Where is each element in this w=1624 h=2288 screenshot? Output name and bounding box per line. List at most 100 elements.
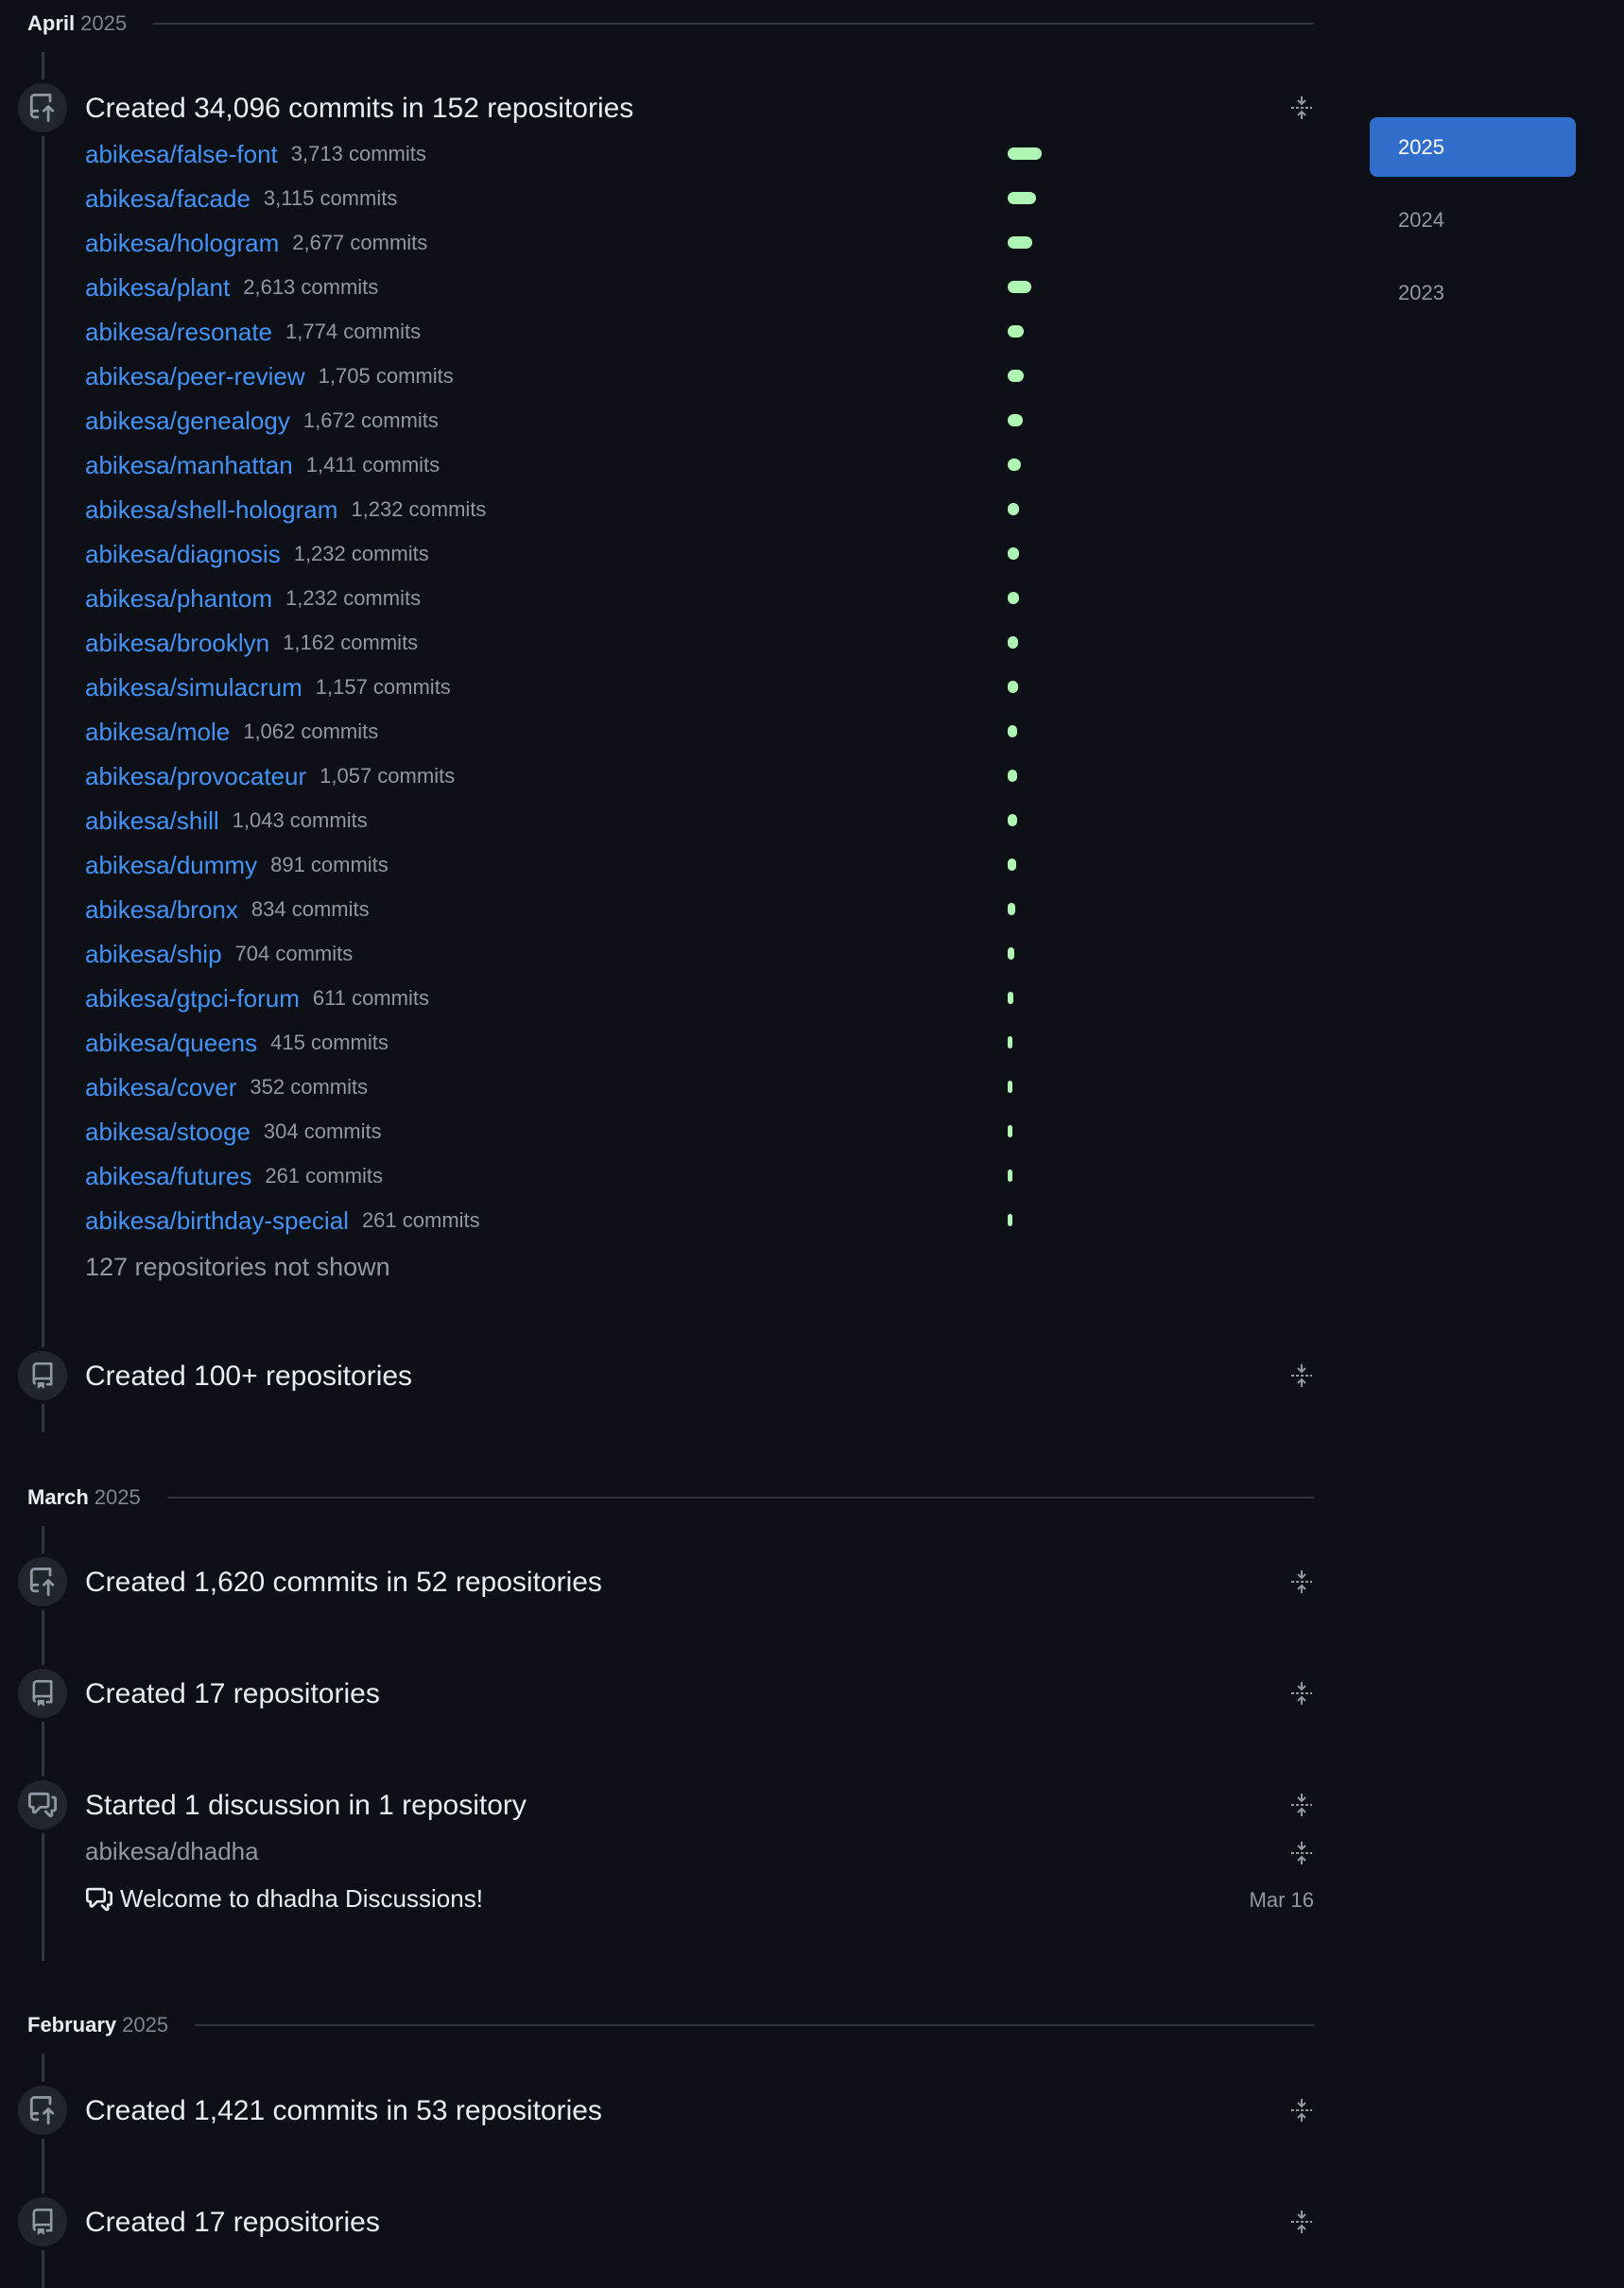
commit-count[interactable]: 1,672 commits bbox=[303, 408, 439, 433]
commit-count[interactable]: 415 commits bbox=[270, 1031, 389, 1055]
commit-count[interactable]: 704 commits bbox=[235, 942, 354, 966]
commit-count[interactable]: 1,232 commits bbox=[294, 542, 429, 566]
commit-count[interactable]: 261 commits bbox=[265, 1164, 383, 1188]
event-title: Created 100+ repositories bbox=[85, 1361, 413, 1392]
commit-count[interactable]: 261 commits bbox=[362, 1208, 480, 1233]
repo-link[interactable]: abikesa/bronx bbox=[85, 895, 238, 925]
repo-commit-row: abikesa/simulacrum 1,157 commits bbox=[85, 668, 1030, 706]
repo-link[interactable]: abikesa/brooklyn bbox=[85, 629, 269, 658]
commit-count[interactable]: 1,705 commits bbox=[319, 364, 454, 389]
commit-count[interactable]: 3,713 commits bbox=[291, 142, 426, 166]
repo-push-icon bbox=[18, 1557, 67, 1606]
commit-count[interactable]: 834 commits bbox=[251, 897, 370, 922]
fold-icon[interactable] bbox=[1289, 2209, 1314, 2235]
fold-icon[interactable] bbox=[1289, 2097, 1314, 2123]
repo-link[interactable]: abikesa/resonate bbox=[85, 318, 272, 347]
year-link-2023[interactable]: 2023 bbox=[1370, 263, 1576, 322]
fold-icon[interactable] bbox=[1289, 1569, 1314, 1595]
month-year: 2025 bbox=[122, 2013, 169, 2037]
commit-count[interactable]: 1,162 commits bbox=[283, 631, 418, 655]
commit-count[interactable]: 1,774 commits bbox=[285, 320, 421, 344]
discussion-title-link[interactable]: Welcome to dhadha Discussions! bbox=[120, 1884, 483, 1914]
repo-link[interactable]: abikesa/stooge bbox=[85, 1118, 251, 1147]
fold-icon[interactable] bbox=[1289, 1840, 1314, 1866]
repo-push-icon bbox=[18, 2086, 67, 2135]
repo-link[interactable]: abikesa/manhattan bbox=[85, 451, 293, 480]
commit-share-bar bbox=[1008, 1081, 1012, 1093]
discussion-date: Mar 16 bbox=[1249, 1888, 1314, 1912]
month-header-march: March 2025 bbox=[27, 1482, 1314, 1513]
divider bbox=[166, 1497, 1314, 1499]
event-commits-april: Created 34,096 commits in 152 repositori… bbox=[0, 83, 1314, 132]
repo-link[interactable]: abikesa/plant bbox=[85, 273, 230, 303]
fold-icon[interactable] bbox=[1289, 1680, 1314, 1707]
repositories-not-shown[interactable]: 127 repositories not shown bbox=[85, 1253, 390, 1282]
repo-link[interactable]: abikesa/simulacrum bbox=[85, 673, 302, 702]
month-year: 2025 bbox=[80, 11, 128, 35]
event-title: Created 34,096 commits in 152 repositori… bbox=[85, 93, 634, 124]
fold-icon[interactable] bbox=[1289, 1362, 1314, 1389]
repo-link[interactable]: abikesa/cover bbox=[85, 1073, 236, 1102]
commit-count[interactable]: 2,613 commits bbox=[243, 275, 378, 300]
comment-discussion-icon bbox=[85, 1886, 113, 1913]
repo-commit-row: abikesa/mole 1,062 commits bbox=[85, 713, 1030, 751]
repo-link[interactable]: abikesa/birthday-special bbox=[85, 1206, 349, 1236]
repo-link[interactable]: abikesa/hologram bbox=[85, 229, 279, 258]
divider bbox=[195, 2024, 1314, 2026]
year-link-2024[interactable]: 2024 bbox=[1370, 190, 1576, 250]
repo-commit-row: abikesa/ship 704 commits bbox=[85, 935, 1030, 973]
repo-commit-row: abikesa/stooge 304 commits bbox=[85, 1113, 1030, 1151]
commit-count[interactable]: 1,062 commits bbox=[243, 719, 378, 744]
repo-icon bbox=[18, 2197, 67, 2246]
commit-count[interactable]: 1,043 commits bbox=[233, 808, 368, 833]
repo-link[interactable]: abikesa/facade bbox=[85, 184, 251, 214]
commit-share-bar bbox=[1008, 192, 1036, 204]
repo-commit-row: abikesa/gtpci-forum 611 commits bbox=[85, 979, 1030, 1017]
repo-link[interactable]: abikesa/ship bbox=[85, 940, 222, 969]
month-name: April bbox=[27, 11, 76, 35]
repo-link[interactable]: abikesa/provocateur bbox=[85, 762, 306, 791]
repo-link[interactable]: abikesa/false-font bbox=[85, 140, 278, 169]
commit-count[interactable]: 2,677 commits bbox=[292, 231, 427, 255]
commit-count[interactable]: 1,232 commits bbox=[351, 497, 486, 522]
repo-link[interactable]: abikesa/genealogy bbox=[85, 407, 290, 436]
repo-link[interactable]: abikesa/mole bbox=[85, 718, 230, 747]
commit-count[interactable]: 891 commits bbox=[270, 853, 389, 877]
commit-count[interactable]: 1,411 commits bbox=[306, 453, 440, 477]
commit-count[interactable]: 3,115 commits bbox=[264, 186, 397, 211]
repo-icon bbox=[18, 1669, 67, 1718]
discussion-repository[interactable]: abikesa/dhadha bbox=[85, 1837, 259, 1866]
commit-count[interactable]: 1,057 commits bbox=[320, 764, 455, 789]
repo-link[interactable]: abikesa/diagnosis bbox=[85, 540, 281, 569]
repo-icon bbox=[18, 1351, 67, 1400]
commit-count[interactable]: 352 commits bbox=[250, 1075, 368, 1100]
month-header-april: April 2025 bbox=[27, 9, 1314, 39]
repo-link[interactable]: abikesa/queens bbox=[85, 1029, 257, 1058]
event-created-repos-april: Created 100+ repositories bbox=[0, 1351, 1314, 1400]
commit-share-bar bbox=[1008, 592, 1019, 604]
repo-commit-row: abikesa/dummy 891 commits bbox=[85, 846, 1030, 884]
event-commits-march: Created 1,620 commits in 52 repositories bbox=[0, 1557, 1314, 1606]
repo-link[interactable]: abikesa/shill bbox=[85, 806, 219, 836]
fold-icon[interactable] bbox=[1289, 1792, 1314, 1818]
repo-link[interactable]: abikesa/phantom bbox=[85, 584, 272, 614]
commit-count[interactable]: 611 commits bbox=[313, 986, 429, 1011]
commit-share-bar bbox=[1008, 281, 1031, 293]
commit-share-bar bbox=[1008, 814, 1017, 826]
repo-link[interactable]: abikesa/gtpci-forum bbox=[85, 984, 300, 1014]
event-title: Created 1,421 commits in 53 repositories bbox=[85, 2095, 602, 2126]
repo-link[interactable]: abikesa/futures bbox=[85, 1162, 251, 1191]
repo-link[interactable]: abikesa/shell-hologram bbox=[85, 495, 337, 525]
year-link-2025[interactable]: 2025 bbox=[1370, 117, 1576, 177]
discussion-item: Welcome to dhadha Discussions! Mar 16 bbox=[85, 1882, 1314, 1916]
commit-count[interactable]: 1,157 commits bbox=[316, 675, 451, 700]
commit-count[interactable]: 1,232 commits bbox=[285, 586, 421, 611]
commit-share-bar bbox=[1008, 681, 1018, 693]
comment-discussion-icon bbox=[18, 1780, 67, 1829]
fold-icon[interactable] bbox=[1289, 95, 1314, 121]
month-year: 2025 bbox=[94, 1485, 141, 1509]
commit-share-bar bbox=[1008, 459, 1021, 471]
commit-count[interactable]: 304 commits bbox=[264, 1119, 382, 1144]
repo-link[interactable]: abikesa/dummy bbox=[85, 851, 257, 880]
repo-link[interactable]: abikesa/peer-review bbox=[85, 362, 305, 391]
